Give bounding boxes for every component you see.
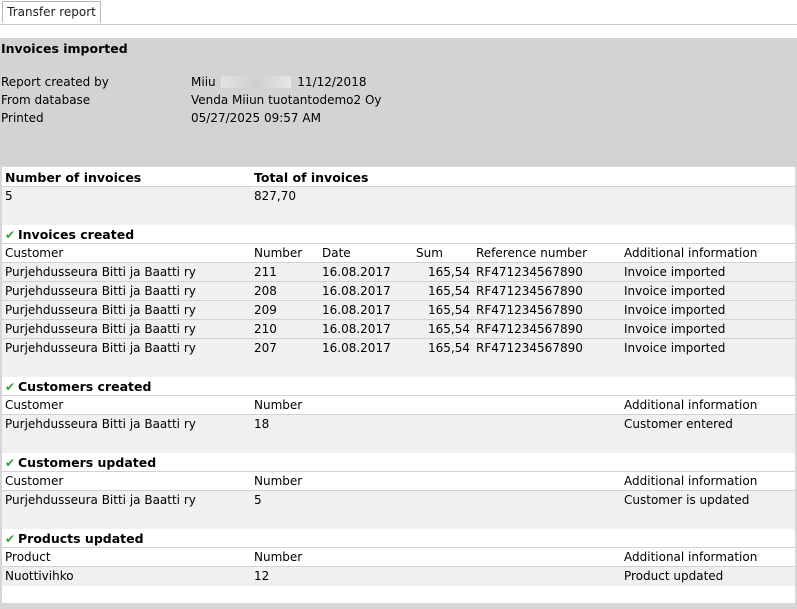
tab-bar: Transfer report xyxy=(0,0,797,25)
check-icon: ✔ xyxy=(5,456,16,470)
table-row: Purjehdusseura Bitti ja Baatti ry 5 Cust… xyxy=(2,491,795,510)
summary-header-row: Number of invoices Total of invoices xyxy=(2,168,795,187)
meta-label-printed: Printed xyxy=(1,111,44,125)
col-customer: Customer xyxy=(5,398,64,412)
meta-value-printed: 05/27/2025 09:57 AM xyxy=(191,111,321,125)
invoices-header-row: Customer Number Date Sum Reference numbe… xyxy=(2,244,795,263)
col-product: Product xyxy=(5,550,51,564)
customers-created-header-row: Customer Number Additional information xyxy=(2,396,795,415)
col-additional: Additional information xyxy=(624,398,758,412)
redacted-region xyxy=(221,76,292,88)
col-number: Number xyxy=(254,246,303,260)
table-row: Purjehdusseura Bitti ja Baatti ry 210 16… xyxy=(2,320,795,339)
col-customer: Customer xyxy=(5,474,64,488)
col-additional: Additional information xyxy=(624,246,758,260)
section-title: Invoices created xyxy=(18,227,135,242)
products-updated-header-row: Product Number Additional information xyxy=(2,548,795,567)
report-frame: Invoices imported Report created by Miiu… xyxy=(0,38,797,609)
check-icon: ✔ xyxy=(5,228,16,242)
creator-name: Miiu xyxy=(191,75,216,89)
col-number: Number xyxy=(254,474,303,488)
check-icon: ✔ xyxy=(5,532,16,546)
customers-updated-header-row: Customer Number Additional information xyxy=(2,472,795,491)
report-title: Invoices imported xyxy=(1,41,128,56)
spacer-row xyxy=(2,434,795,453)
check-icon: ✔ xyxy=(5,380,16,394)
col-additional: Additional information xyxy=(624,550,758,564)
summary-count-value: 5 xyxy=(5,189,13,203)
created-date: 11/12/2018 xyxy=(297,75,367,89)
meta-value-created-by: Miiu 11/12/2018 xyxy=(191,75,366,89)
table-row: Purjehdusseura Bitti ja Baatti ry 211 16… xyxy=(2,263,795,282)
meta-label-database: From database xyxy=(1,93,91,107)
report-body: Number of invoices Total of invoices 5 8… xyxy=(2,167,795,603)
tab-transfer-report[interactable]: Transfer report xyxy=(2,1,101,23)
col-number: Number xyxy=(254,398,303,412)
section-title: Customers created xyxy=(18,379,152,394)
section-products-updated: ✔ Products updated xyxy=(2,529,795,548)
meta-label-created-by: Report created by xyxy=(1,75,109,89)
section-customers-created: ✔ Customers created xyxy=(2,377,795,396)
meta-value-database: Venda Miiun tuotantodemo2 Oy xyxy=(191,93,382,107)
summary-total-header: Total of invoices xyxy=(254,170,369,185)
col-additional: Additional information xyxy=(624,474,758,488)
section-title: Customers updated xyxy=(18,455,157,470)
col-reference: Reference number xyxy=(476,246,588,260)
summary-values-row: 5 827,70 xyxy=(2,187,795,206)
summary-total-value: 827,70 xyxy=(254,189,296,203)
col-sum: Sum xyxy=(416,246,443,260)
col-number: Number xyxy=(254,550,303,564)
summary-count-header: Number of invoices xyxy=(5,170,142,185)
table-row: Purjehdusseura Bitti ja Baatti ry 208 16… xyxy=(2,282,795,301)
spacer-row xyxy=(2,206,795,225)
spacer-row xyxy=(2,510,795,529)
col-date: Date xyxy=(322,246,351,260)
table-row: Purjehdusseura Bitti ja Baatti ry 207 16… xyxy=(2,339,795,358)
table-row: Purjehdusseura Bitti ja Baatti ry 18 Cus… xyxy=(2,415,795,434)
table-row: Nuottivihko 12 Product updated xyxy=(2,567,795,586)
table-row: Purjehdusseura Bitti ja Baatti ry 209 16… xyxy=(2,301,795,320)
report-header: Invoices imported Report created by Miiu… xyxy=(0,38,797,166)
section-invoices-created: ✔ Invoices created xyxy=(2,225,795,244)
section-customers-updated: ✔ Customers updated xyxy=(2,453,795,472)
spacer-row xyxy=(2,358,795,377)
section-title: Products updated xyxy=(18,531,144,546)
col-customer: Customer xyxy=(5,246,64,260)
